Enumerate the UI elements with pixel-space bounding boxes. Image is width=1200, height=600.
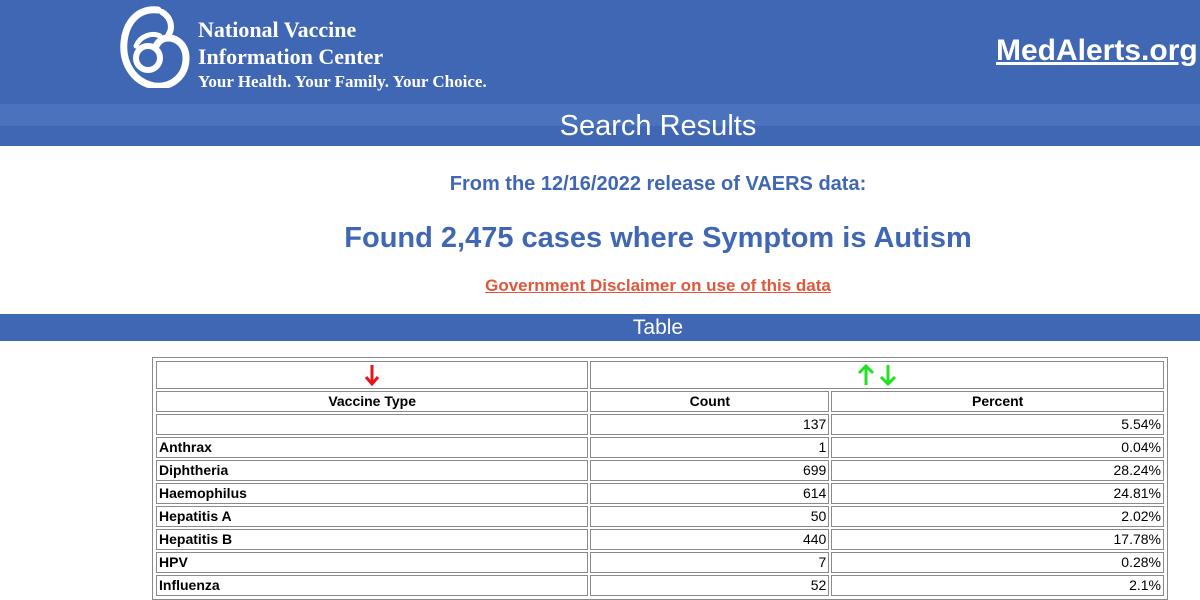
header-percent[interactable]: Percent <box>831 391 1164 412</box>
count-cell[interactable]: 1 <box>590 437 830 458</box>
percent-cell: 2.02% <box>831 506 1164 527</box>
table-band-title: Table <box>632 316 684 339</box>
table-header-row: Vaccine Type Count Percent <box>156 391 1164 412</box>
vaccine-type-cell: Anthrax <box>156 437 589 458</box>
count-cell[interactable]: 7 <box>590 552 830 573</box>
sort-cell-count <box>590 361 1164 389</box>
count-cell[interactable]: 699 <box>590 460 830 481</box>
table-row: Hepatitis B 440 17.78% <box>156 529 1164 550</box>
search-results-band: Search Results <box>0 104 1200 146</box>
count-cell[interactable]: 614 <box>590 483 830 504</box>
table-row: Influenza 52 2.1% <box>156 575 1164 596</box>
vaccine-type-cell: Hepatitis A <box>156 506 589 527</box>
site-header: National Vaccine Information Center Your… <box>0 0 1200 104</box>
header-vaccine-type[interactable]: Vaccine Type <box>156 391 589 412</box>
medalerts-home-link[interactable]: MedAlerts.org <box>996 34 1198 68</box>
count-cell[interactable]: 137 <box>590 414 830 435</box>
table-row: 137 5.54% <box>156 414 1164 435</box>
found-cases-heading: Found 2,475 cases where Symptom is Autis… <box>344 222 972 254</box>
page-title: Search Results <box>559 110 757 142</box>
count-cell[interactable]: 440 <box>590 529 830 550</box>
sort-down-arrow-icon[interactable] <box>364 363 380 387</box>
table-row: Hepatitis A 50 2.02% <box>156 506 1164 527</box>
vaccine-type-cell: Hepatitis B <box>156 529 589 550</box>
sort-controls-row <box>156 361 1164 389</box>
org-name-line1: National Vaccine <box>198 17 357 42</box>
vaccine-type-cell <box>156 414 589 435</box>
percent-cell: 5.54% <box>831 414 1164 435</box>
government-disclaimer-link[interactable]: Government Disclaimer on use of this dat… <box>0 275 1200 297</box>
percent-cell: 28.24% <box>831 460 1164 481</box>
mother-child-logo-icon[interactable] <box>118 6 190 88</box>
table-band: Table <box>0 314 1200 341</box>
percent-cell: 2.1% <box>831 575 1164 596</box>
release-text: From the 12/16/2022 release of VAERS dat… <box>449 173 867 195</box>
percent-cell: 0.04% <box>831 437 1164 458</box>
org-tagline: Your Health. Your Family. Your Choice. <box>198 72 487 91</box>
results-table-frame: Vaccine Type Count Percent 137 5.54% Ant… <box>152 357 1168 600</box>
percent-cell: 0.28% <box>831 552 1164 573</box>
table-row: Haemophilus 614 24.81% <box>156 483 1164 504</box>
percent-cell: 17.78% <box>831 529 1164 550</box>
sort-cell-vaccine-type <box>156 361 589 389</box>
org-name-line2: Information Center <box>198 44 384 69</box>
org-branding: National Vaccine Information Center Your… <box>198 16 487 94</box>
sort-down-arrow-icon[interactable] <box>879 363 897 387</box>
count-cell[interactable]: 50 <box>590 506 830 527</box>
table-row: Diphtheria 699 28.24% <box>156 460 1164 481</box>
percent-cell: 24.81% <box>831 483 1164 504</box>
table-row: Anthrax 1 0.04% <box>156 437 1164 458</box>
vaccine-type-cell: Diphtheria <box>156 460 589 481</box>
sort-up-arrow-icon[interactable] <box>857 363 875 387</box>
results-table: Vaccine Type Count Percent 137 5.54% Ant… <box>154 359 1166 598</box>
vaccine-type-cell: Influenza <box>156 575 589 596</box>
page: National Vaccine Information Center Your… <box>0 0 1200 600</box>
vaccine-type-cell: HPV <box>156 552 589 573</box>
vaccine-type-cell: Haemophilus <box>156 483 589 504</box>
count-cell[interactable]: 52 <box>590 575 830 596</box>
table-row: HPV 7 0.28% <box>156 552 1164 573</box>
header-count[interactable]: Count <box>590 391 830 412</box>
